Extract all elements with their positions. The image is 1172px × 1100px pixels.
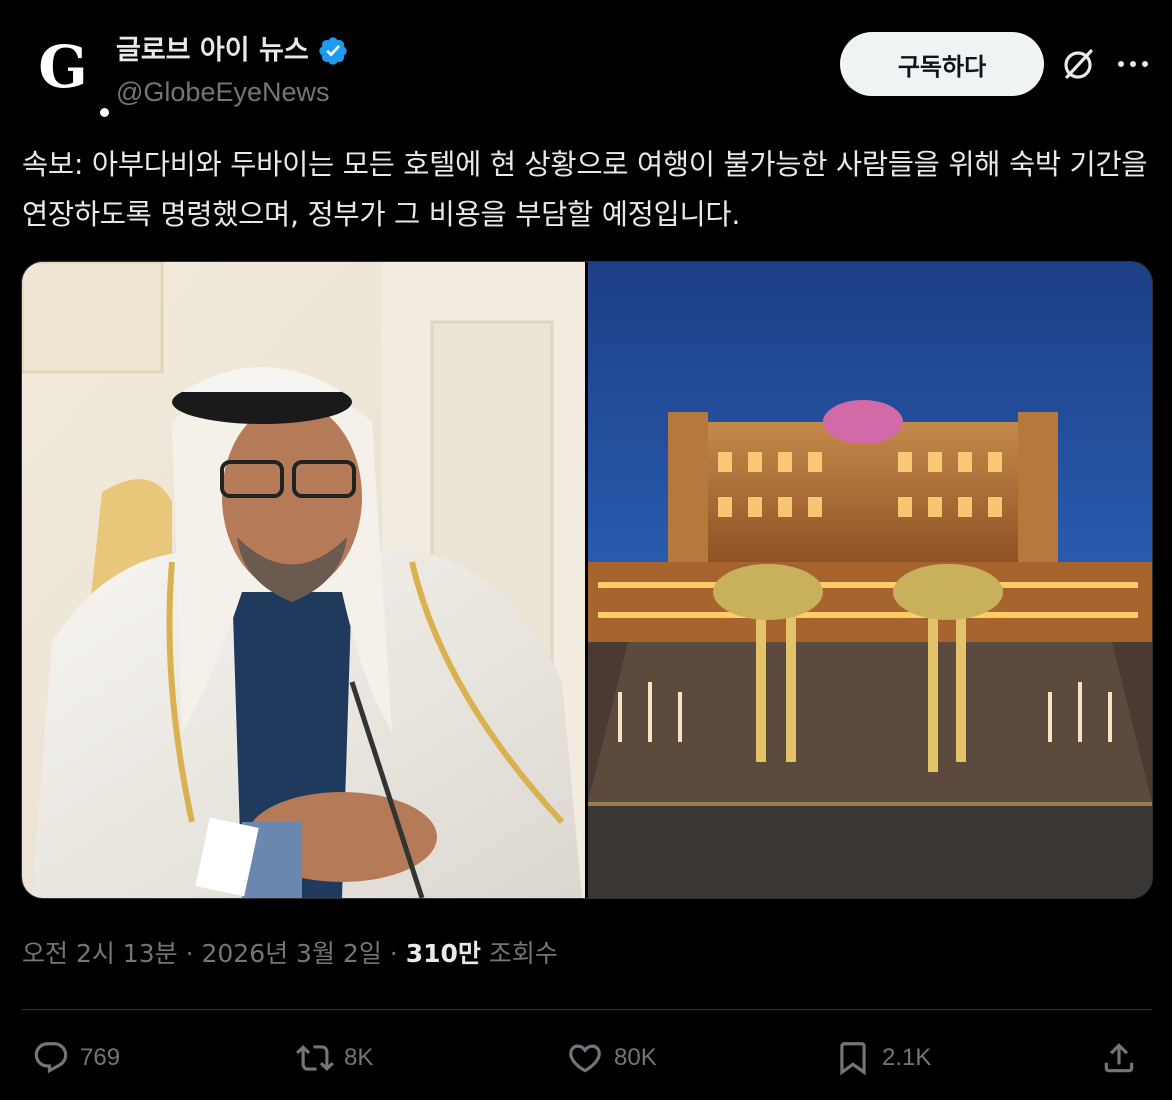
views-count: 310만 [405, 939, 481, 968]
share-button[interactable] [1100, 1036, 1138, 1080]
author-handle[interactable]: @GlobeEyeNews [116, 74, 330, 110]
meta-separator: · [389, 939, 398, 968]
repost-count: 8K [344, 1044, 374, 1071]
tweet-text: 속보: 아부다비와 두바이는 모든 호텔에 현 상황으로 여행이 불가능한 사람… [22, 148, 1148, 231]
tweet: G 글로브 아이 뉴스 @GlobeEyeNews 구독하다 속보: 아부다비와… [0, 0, 1172, 1100]
media-photo-palace[interactable] [588, 262, 1152, 898]
post-time[interactable]: 오전 2시 13분 [22, 939, 178, 968]
avatar[interactable]: G [22, 28, 109, 117]
divider [22, 1009, 1152, 1010]
bookmark-icon [840, 1042, 866, 1076]
repost-icon [296, 1045, 334, 1071]
author-name-row: 글로브 아이 뉴스 [116, 33, 349, 69]
more-icon[interactable] [1116, 58, 1150, 70]
subscribe-button[interactable]: 구독하다 [840, 32, 1044, 96]
reply-count: 769 [80, 1044, 121, 1071]
media-grid[interactable] [21, 261, 1153, 899]
display-name[interactable]: 글로브 아이 뉴스 [116, 33, 309, 69]
views-label: 조회수 [488, 939, 558, 968]
repost-button[interactable]: 8K [296, 1036, 373, 1080]
share-icon [1104, 1043, 1134, 1073]
bookmark-button[interactable]: 2.1K [834, 1036, 931, 1080]
post-meta: 오전 2시 13분 · 2026년 3월 2일 · 310만 조회수 [22, 934, 558, 974]
verified-badge-icon [319, 37, 347, 65]
media-photo-official[interactable] [22, 262, 585, 898]
grok-icon[interactable] [1058, 44, 1098, 84]
like-count: 80K [614, 1044, 657, 1071]
meta-separator: · [185, 939, 194, 968]
like-button[interactable]: 80K [566, 1036, 657, 1080]
avatar-logo: G [38, 33, 88, 101]
avatar-logo-dot [100, 108, 109, 117]
heart-icon [569, 1044, 601, 1073]
post-date[interactable]: 2026년 3월 2일 [201, 939, 381, 968]
bookmark-count: 2.1K [882, 1044, 932, 1071]
reply-button[interactable]: 769 [32, 1036, 120, 1080]
reply-icon [34, 1042, 68, 1074]
